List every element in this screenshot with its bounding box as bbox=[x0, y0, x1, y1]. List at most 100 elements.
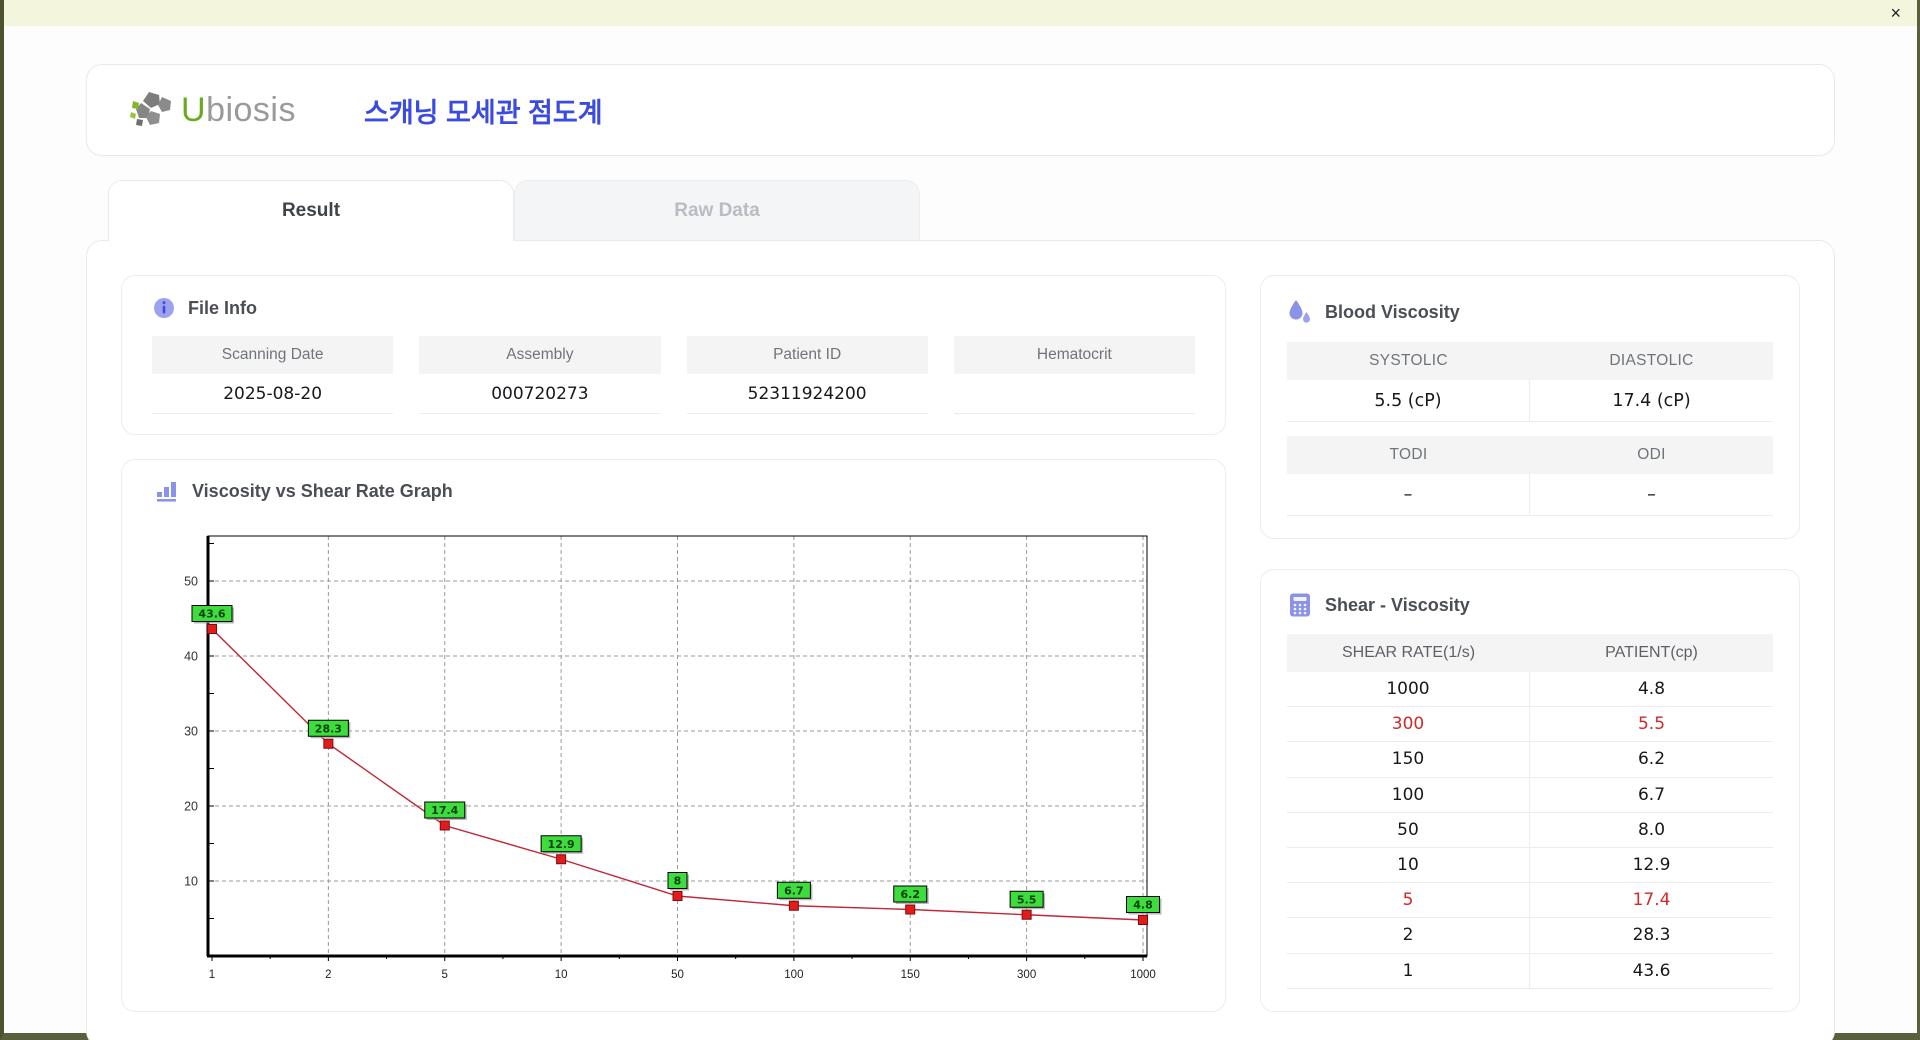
svg-text:300: 300 bbox=[1017, 969, 1036, 981]
todi-label: TODI bbox=[1389, 446, 1428, 463]
shear-rate-cell: 1 bbox=[1287, 953, 1530, 989]
svg-text:2: 2 bbox=[325, 969, 331, 981]
file-info-title: File Info bbox=[188, 297, 257, 318]
shear-viscosity-title: Shear - Viscosity bbox=[1325, 594, 1470, 615]
droplets-icon bbox=[1287, 298, 1313, 326]
titlebar: × bbox=[4, 0, 1917, 26]
tab-raw-data[interactable]: Raw Data bbox=[514, 180, 920, 240]
blood-viscosity-title: Blood Viscosity bbox=[1325, 301, 1460, 322]
field-hematocrit-label: Hematocrit bbox=[953, 336, 1195, 374]
shear-table-header: SHEAR RATE(1/s) PATIENT(cp) bbox=[1287, 634, 1773, 672]
shear-rate-column-header: SHEAR RATE(1/s) bbox=[1341, 644, 1476, 661]
file-info-grid: Scanning Date Assembly Patient ID Hemato… bbox=[152, 336, 1195, 414]
table-row: 150 6.2 bbox=[1287, 742, 1773, 778]
shear-table: SHEAR RATE(1/s) PATIENT(cp) 1000 4.8 300… bbox=[1287, 634, 1773, 989]
file-info-card: File Info Scanning Date Assembly Patient… bbox=[121, 275, 1226, 435]
graph-title-row: Viscosity vs Shear Rate Graph bbox=[142, 478, 1205, 504]
svg-text:28.3: 28.3 bbox=[315, 722, 342, 735]
systolic-value: 5.5 (cP) bbox=[1287, 380, 1530, 422]
svg-text:30: 30 bbox=[184, 725, 198, 739]
svg-text:5.5: 5.5 bbox=[1017, 893, 1037, 906]
odi-value: – bbox=[1530, 474, 1773, 516]
bv-header-row-2: TODI ODI bbox=[1287, 436, 1773, 474]
brand-text-u: U bbox=[181, 90, 207, 129]
calculator-icon bbox=[1287, 592, 1313, 618]
shear-rate-cell: 300 bbox=[1287, 707, 1530, 743]
table-row: 100 6.7 bbox=[1287, 777, 1773, 813]
shear-viscosity-card: Shear - Viscosity SHEAR RATE(1/s) PATIEN… bbox=[1260, 569, 1800, 1012]
shear-rate-cell: 10 bbox=[1287, 847, 1530, 884]
shear-viscosity-title-row: Shear - Viscosity bbox=[1287, 592, 1773, 618]
svg-text:10: 10 bbox=[184, 875, 198, 889]
table-row: 10 12.9 bbox=[1287, 847, 1773, 884]
shear-rate-cell: 50 bbox=[1287, 812, 1530, 848]
field-hematocrit-value bbox=[953, 374, 1195, 414]
svg-text:8: 8 bbox=[674, 875, 682, 888]
info-icon bbox=[152, 296, 176, 320]
bv-value-row-1: 5.5 (cP) 17.4 (cP) bbox=[1287, 380, 1773, 422]
svg-text:40: 40 bbox=[184, 650, 198, 664]
patient-cell: 8.0 bbox=[1530, 813, 1773, 848]
patient-cell: 4.8 bbox=[1530, 672, 1773, 708]
app-title: 스캐닝 모세관 점도계 bbox=[364, 97, 603, 128]
field-patient-id-value: 52311924200 bbox=[686, 374, 928, 414]
table-row: 50 8.0 bbox=[1287, 812, 1773, 848]
table-row: 300 5.5 bbox=[1287, 707, 1773, 743]
field-scanning-date-value: 2025-08-20 bbox=[152, 374, 394, 414]
bv-value-row-2: – – bbox=[1287, 474, 1773, 516]
svg-text:100: 100 bbox=[784, 969, 803, 981]
field-scanning-date-label: Scanning Date bbox=[152, 336, 394, 374]
viscosity-chart: 10 20 30 40 50 1 2 5 10 50 100 150 300 1000 43.6 28.3 17… bbox=[142, 518, 1205, 1001]
svg-text:150: 150 bbox=[901, 969, 920, 981]
shear-rate-cell: 2 bbox=[1287, 918, 1530, 954]
brand-text: Ubiosis bbox=[181, 91, 296, 130]
svg-text:5: 5 bbox=[442, 969, 448, 981]
patient-cell: 6.7 bbox=[1530, 778, 1773, 813]
blood-viscosity-grid: SYSTOLIC DIASTOLIC 5.5 (cP) 17.4 (cP) TO… bbox=[1287, 342, 1773, 516]
bar-chart-icon bbox=[154, 478, 180, 504]
patient-cell: 12.9 bbox=[1530, 848, 1773, 884]
field-assembly-label: Assembly bbox=[419, 336, 661, 374]
app-window: × Ubiosis 스캐닝 모세관 점도계 Result Raw Data Fi… bbox=[0, 0, 1920, 1040]
main-content: Ubiosis 스캐닝 모세관 점도계 Result Raw Data File… bbox=[4, 26, 1917, 1040]
field-assembly-value: 000720273 bbox=[419, 374, 661, 414]
svg-text:12.9: 12.9 bbox=[548, 838, 575, 851]
tab-result[interactable]: Result bbox=[108, 180, 514, 241]
svg-text:43.6: 43.6 bbox=[198, 608, 225, 621]
svg-text:20: 20 bbox=[184, 800, 198, 814]
shear-rate-cell: 150 bbox=[1287, 742, 1530, 778]
svg-text:50: 50 bbox=[671, 969, 684, 981]
header-card: Ubiosis 스캐닝 모세관 점도계 bbox=[86, 64, 1835, 156]
patient-cell: 6.2 bbox=[1530, 742, 1773, 778]
svg-text:6.2: 6.2 bbox=[901, 888, 921, 901]
graph-title: Viscosity vs Shear Rate Graph bbox=[192, 480, 453, 501]
patient-column-header: PATIENT(cp) bbox=[1605, 644, 1698, 661]
blood-viscosity-title-row: Blood Viscosity bbox=[1287, 298, 1773, 326]
svg-text:1000: 1000 bbox=[1130, 969, 1156, 981]
diastolic-value: 17.4 (cP) bbox=[1530, 380, 1773, 422]
svg-text:17.4: 17.4 bbox=[431, 804, 458, 817]
table-row: 1 43.6 bbox=[1287, 953, 1773, 989]
left-column: File Info Scanning Date Assembly Patient… bbox=[121, 275, 1226, 1012]
svg-text:1: 1 bbox=[209, 969, 215, 981]
field-patient-id-label: Patient ID bbox=[686, 336, 928, 374]
systolic-label: SYSTOLIC bbox=[1369, 352, 1448, 369]
svg-text:4.8: 4.8 bbox=[1133, 899, 1153, 912]
logo-mark-icon bbox=[129, 89, 175, 131]
patient-cell: 28.3 bbox=[1530, 918, 1773, 954]
result-panel: File Info Scanning Date Assembly Patient… bbox=[86, 240, 1835, 1040]
right-column: Blood Viscosity SYSTOLIC DIASTOLIC 5.5 (… bbox=[1260, 275, 1800, 1012]
svg-text:10: 10 bbox=[555, 969, 568, 981]
diastolic-label: DIASTOLIC bbox=[1609, 352, 1694, 369]
brand-text-rest: biosis bbox=[206, 90, 296, 129]
shear-rate-cell: 5 bbox=[1287, 883, 1530, 919]
close-icon[interactable]: × bbox=[1890, 4, 1901, 22]
graph-card: Viscosity vs Shear Rate Graph 10 20 30 40 50… bbox=[121, 459, 1226, 1012]
shear-rate-cell: 100 bbox=[1287, 777, 1530, 813]
blood-viscosity-card: Blood Viscosity SYSTOLIC DIASTOLIC 5.5 (… bbox=[1260, 275, 1800, 539]
bv-header-row-1: SYSTOLIC DIASTOLIC bbox=[1287, 342, 1773, 380]
table-row: 1000 4.8 bbox=[1287, 672, 1773, 708]
shear-rate-cell: 1000 bbox=[1287, 672, 1530, 708]
patient-cell: 17.4 bbox=[1530, 883, 1773, 919]
svg-text:50: 50 bbox=[184, 575, 198, 589]
